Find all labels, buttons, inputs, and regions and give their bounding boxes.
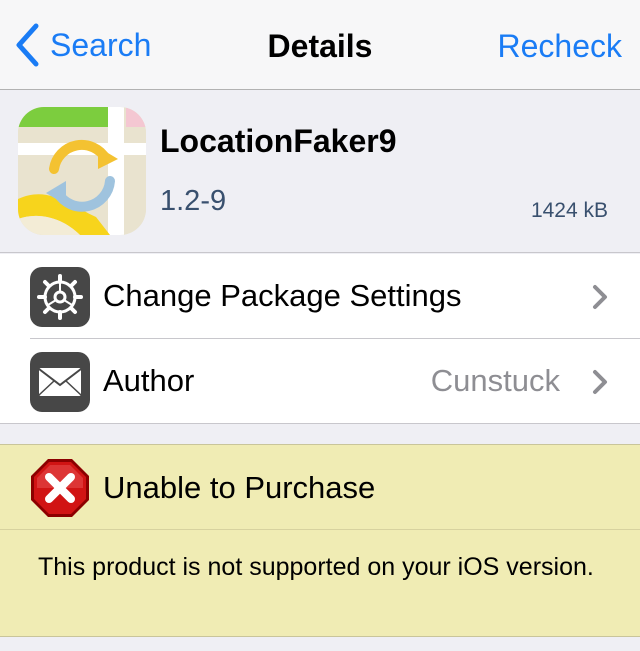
package-name: LocationFaker9 — [160, 123, 397, 159]
warning-divider — [0, 529, 640, 530]
author-name: Cunstuck — [430, 363, 560, 398]
menu-item-label: Change Package Settings — [103, 278, 462, 313]
author-row[interactable]: Author Cunstuck — [0, 339, 640, 423]
app-icon — [18, 107, 146, 235]
purchase-warning-panel: Unable to Purchase This product is not s… — [0, 444, 640, 637]
package-version: 1.2-9 — [160, 185, 227, 217]
change-package-settings-row[interactable]: Change Package Settings — [0, 254, 640, 339]
chevron-right-icon — [593, 285, 607, 309]
chevron-right-icon — [593, 370, 607, 394]
map-refresh-icon — [18, 107, 146, 235]
navigation-bar: Search Details Recheck — [0, 0, 640, 90]
error-x-icon — [31, 459, 89, 517]
warning-message: This product is not supported on your iO… — [38, 553, 594, 581]
envelope-icon — [30, 352, 90, 412]
package-size: 1424 kB — [530, 199, 608, 222]
warning-header: Unable to Purchase — [0, 445, 640, 529]
warning-title: Unable to Purchase — [103, 470, 376, 505]
gear-icon — [30, 267, 90, 327]
package-menu: Change Package Settings Author Cunstuck — [0, 254, 640, 424]
package-header: LocationFaker9 1.2-9 1424 kB — [0, 91, 640, 253]
menu-item-label: Author — [103, 363, 195, 398]
recheck-button[interactable]: Recheck — [498, 28, 623, 65]
